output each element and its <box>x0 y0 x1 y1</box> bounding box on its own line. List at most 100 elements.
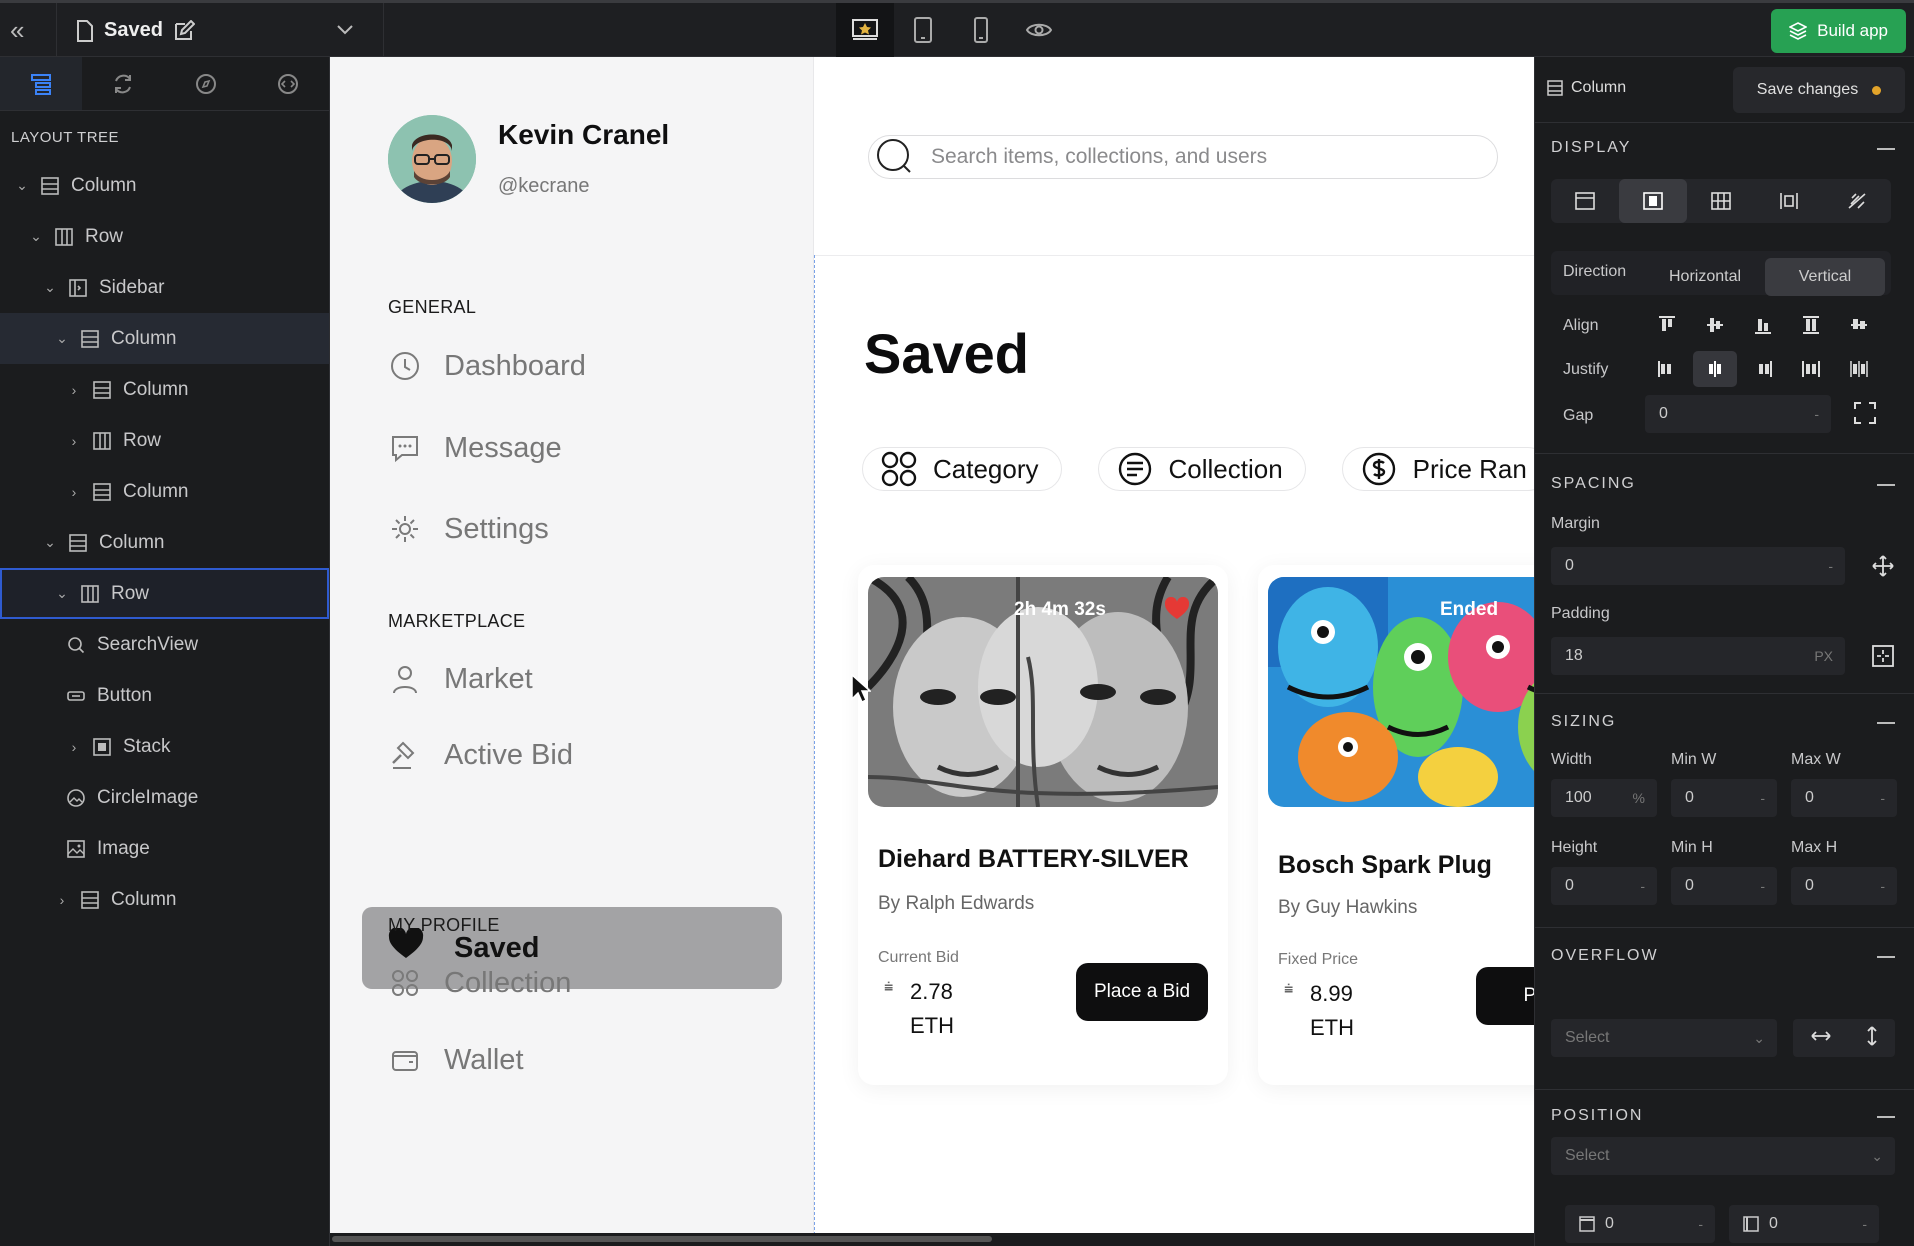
display-grid-icon[interactable] <box>1687 179 1755 223</box>
align-stretch-icon[interactable] <box>1789 307 1833 343</box>
product-card[interactable]: Ended Bosch Spark Plug By Guy Hawkins Fi… <box>1258 565 1534 1085</box>
padding-input[interactable]: 18 PX <box>1551 637 1845 675</box>
direction-horizontal-button[interactable]: Horizontal <box>1645 255 1765 299</box>
align-baseline-icon[interactable] <box>1837 307 1881 343</box>
max-width-input[interactable]: 0- <box>1791 779 1897 817</box>
tree-node[interactable]: › Column <box>0 466 329 517</box>
preview-button[interactable] <box>1010 3 1068 57</box>
collapse-sizing-icon[interactable] <box>1877 722 1895 724</box>
display-block-icon[interactable] <box>1551 179 1619 223</box>
position-left-input[interactable]: 0- <box>1729 1205 1879 1243</box>
tree-node[interactable]: › Column <box>0 874 329 925</box>
collapse-double-chevron-icon[interactable]: « <box>10 17 36 43</box>
tree-node[interactable]: › Column <box>0 364 329 415</box>
tree-node[interactable]: ⌄ Row <box>0 211 329 262</box>
collapse-spacing-icon[interactable] <box>1877 484 1895 486</box>
tree-node[interactable]: Button <box>0 670 329 721</box>
scrollbar-thumb[interactable] <box>332 1236 992 1242</box>
max-height-input[interactable]: 0- <box>1791 867 1897 905</box>
tree-node[interactable]: Image <box>0 823 329 874</box>
chevron-down-icon[interactable]: ⌄ <box>54 585 70 602</box>
display-none-icon[interactable] <box>1823 179 1891 223</box>
tab-code[interactable] <box>247 57 329 110</box>
save-changes-button[interactable]: Save changes <box>1733 67 1905 113</box>
filter-collection[interactable]: Collection <box>1097 447 1306 491</box>
collapse-overflow-icon[interactable] <box>1877 956 1895 958</box>
align-top-icon[interactable] <box>1645 307 1689 343</box>
chevron-right-icon[interactable]: › <box>66 484 82 500</box>
expand-gap-icon[interactable] <box>1853 401 1877 430</box>
chevron-right-icon[interactable]: › <box>54 892 70 908</box>
overflow-select[interactable]: Select ⌄ <box>1551 1019 1777 1057</box>
chevron-down-icon[interactable] <box>335 19 355 44</box>
nav-collection[interactable]: Collection <box>388 966 571 1000</box>
horizontal-arrows-icon[interactable] <box>1810 1029 1831 1047</box>
display-inline-icon[interactable] <box>1755 179 1823 223</box>
edit-icon[interactable] <box>173 19 195 42</box>
width-input[interactable]: 100% <box>1551 779 1657 817</box>
chevron-down-icon[interactable]: ⌄ <box>42 534 58 551</box>
nav-market[interactable]: Market <box>388 662 533 696</box>
align-bottom-icon[interactable] <box>1741 307 1785 343</box>
justify-end-icon[interactable] <box>1741 351 1785 387</box>
tree-node[interactable]: ⌄ Column <box>0 160 329 211</box>
tree-node[interactable]: ⌄ Sidebar <box>0 262 329 313</box>
tree-node[interactable]: › Row <box>0 415 329 466</box>
align-center-icon[interactable] <box>1693 307 1737 343</box>
direction-vertical-button[interactable]: Vertical <box>1765 258 1885 296</box>
desktop-preview-button[interactable] <box>836 3 894 57</box>
canvas-horizontal-scrollbar[interactable] <box>330 1233 1534 1246</box>
tree-node[interactable]: CircleImage <box>0 772 329 823</box>
justify-space-between-icon[interactable] <box>1789 351 1833 387</box>
move-arrows-icon[interactable] <box>1871 554 1895 583</box>
collapse-position-icon[interactable] <box>1877 1116 1895 1118</box>
tree-node[interactable]: › Stack <box>0 721 329 772</box>
chevron-right-icon[interactable]: › <box>66 739 82 755</box>
product-card[interactable]: 2h 4m 32s Diehard BATTERY-SILVER By Ralp… <box>858 565 1228 1085</box>
justify-start-icon[interactable] <box>1645 351 1689 387</box>
min-height-input[interactable]: 0- <box>1671 867 1777 905</box>
justify-space-around-icon[interactable] <box>1837 351 1881 387</box>
collapse-display-icon[interactable] <box>1877 148 1895 150</box>
chevron-down-icon[interactable]: ⌄ <box>54 330 70 347</box>
nav-settings[interactable]: Settings <box>388 512 549 546</box>
place-bid-button[interactable]: Place a Bid <box>1076 963 1208 1021</box>
vertical-arrows-icon[interactable] <box>1866 1025 1878 1051</box>
mobile-preview-button[interactable] <box>952 3 1010 57</box>
position-select[interactable]: Select ⌄ <box>1551 1137 1895 1175</box>
tablet-preview-button[interactable] <box>894 3 952 57</box>
chevron-right-icon[interactable]: › <box>66 382 82 398</box>
nav-active-bid[interactable]: Active Bid <box>388 738 573 772</box>
display-flex-icon[interactable] <box>1619 179 1687 223</box>
tab-navigation[interactable] <box>165 57 247 110</box>
tree-node[interactable]: ⌄ Column <box>0 313 329 364</box>
gap-input[interactable]: 0- <box>1645 395 1831 433</box>
chevron-down-icon[interactable]: ⌄ <box>28 228 44 245</box>
nav-message[interactable]: Message <box>388 431 562 465</box>
justify-center-icon[interactable] <box>1693 351 1737 387</box>
filter-price-range[interactable]: Price Ran <box>1341 447 1534 491</box>
position-top-input[interactable]: 0- <box>1565 1205 1715 1243</box>
tab-layers[interactable] <box>0 57 83 110</box>
tree-node[interactable]: SearchView <box>0 619 329 670</box>
avatar[interactable] <box>388 115 476 203</box>
nav-wallet[interactable]: Wallet <box>388 1043 524 1077</box>
design-canvas[interactable]: Kevin Cranel @kecrane GENERAL Dashboard … <box>330 57 1534 1233</box>
place-bid-button[interactable]: Plac <box>1476 967 1534 1025</box>
tab-logic[interactable] <box>82 57 164 110</box>
chevron-right-icon[interactable]: › <box>66 433 82 449</box>
height-input[interactable]: 0- <box>1551 867 1657 905</box>
nav-dashboard[interactable]: Dashboard <box>388 349 586 383</box>
chevron-down-icon[interactable]: ⌄ <box>42 279 58 296</box>
padding-box-icon[interactable] <box>1871 644 1895 673</box>
chevron-down-icon[interactable]: ⌄ <box>14 177 30 194</box>
filter-category[interactable]: Category <box>862 447 1062 491</box>
heart-icon[interactable] <box>1164 597 1190 621</box>
min-width-input[interactable]: 0- <box>1671 779 1777 817</box>
margin-input[interactable]: 0- <box>1551 547 1845 585</box>
tree-node[interactable]: ⌄ Column <box>0 517 329 568</box>
tree-node-selected[interactable]: ⌄ Row <box>0 568 329 619</box>
search-input[interactable]: Search items, collections, and users <box>868 135 1498 179</box>
file-title-group[interactable]: Saved <box>76 19 195 42</box>
build-app-button[interactable]: Build app <box>1771 9 1906 53</box>
